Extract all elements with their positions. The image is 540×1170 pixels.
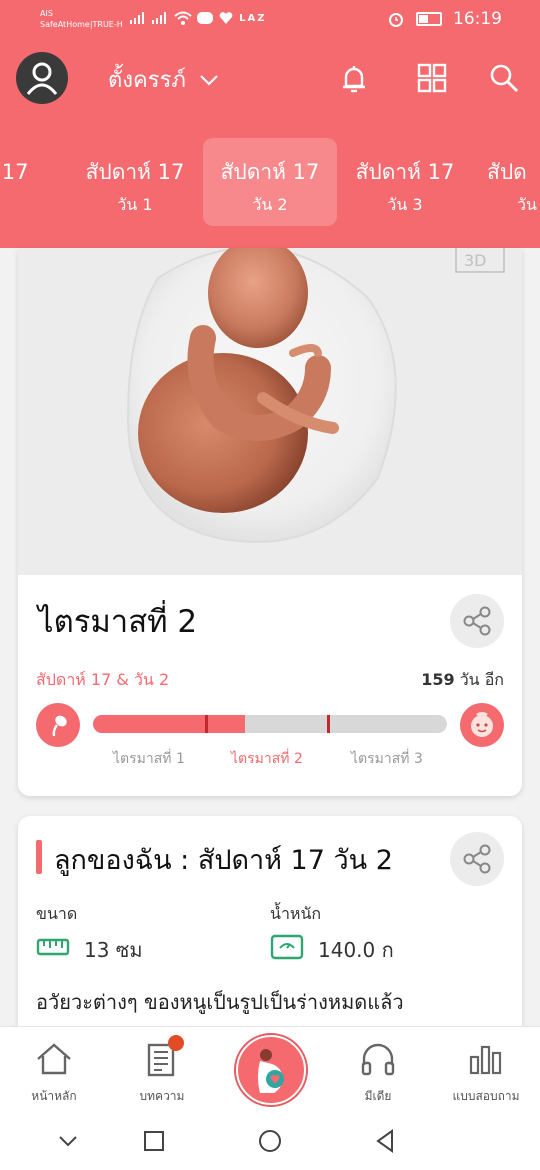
trimester-divider — [327, 715, 330, 733]
week-tab-day: วัน 3 — [387, 195, 423, 214]
status-icons: LAZ — [130, 10, 267, 25]
size-value: 13 ซม — [84, 938, 143, 962]
trimester-title: ไตรมาสที่ 2 — [38, 604, 198, 640]
week-tab-label: สัปดาห์ 17 — [220, 160, 320, 184]
days-remaining-label: วัน อีก — [459, 670, 504, 689]
alarm-icon — [389, 13, 404, 27]
nav-home[interactable]: หน้าหลัก — [0, 1027, 108, 1111]
sperm-icon — [36, 703, 80, 747]
trimester-divider — [205, 715, 208, 733]
notification-badge — [168, 1035, 184, 1051]
week-tab-day: วัน — [517, 195, 537, 214]
share-icon — [463, 606, 491, 636]
week-day-indicator: สัปดาห์ 17 & วัน 2 — [36, 670, 170, 689]
week-tab-selected[interactable]: สัปดาห์ 17 วัน 2 — [203, 138, 337, 226]
status-right: 16:19 — [388, 9, 502, 29]
home-icon — [37, 1043, 71, 1075]
signal-icon — [130, 11, 144, 24]
poll-icon — [469, 1045, 502, 1075]
app-switcher[interactable]: ตั้งครรภ์ — [108, 62, 219, 97]
baby-icon — [460, 703, 504, 747]
status-bar: AIS SafeAtHome|TRUE-H LAZ 16:19 — [0, 0, 540, 40]
nav-label: มีเดีย — [364, 1089, 392, 1103]
bottom-navigation: หน้าหลัก บทความ มีเดีย แบบสอบถาม — [0, 1026, 540, 1111]
trimester-card: 3D ไตรมาสที่ 2 สัปดาห์ 17 & วัน 2 159 วั… — [18, 248, 522, 796]
week-tab[interactable]: สัปดาห์ 17 วัน 1 — [68, 138, 202, 226]
share-button[interactable] — [450, 832, 504, 886]
week-tab[interactable]: าห์ 17 — [0, 138, 66, 226]
line-icon — [197, 11, 214, 24]
week-selector[interactable]: าห์ 17 สัปดาห์ 17 วัน 1 สัปดาห์ 17 วัน 2… — [0, 116, 540, 248]
nav-label: หน้าหลัก — [31, 1089, 77, 1103]
week-tab[interactable]: สัปดาห์ 17 วัน 3 — [338, 138, 472, 226]
days-remaining: 159 วัน อีก — [421, 668, 504, 693]
baby-description: อวัยวะต่างๆ ของหนูเป็นรูปเป็นร่างหมดแล้ว — [36, 990, 404, 1014]
carrier-name: AIS — [40, 9, 53, 18]
battery-icon — [415, 12, 442, 26]
trimester-label-current: ไตรมาสที่ 2 — [231, 751, 303, 767]
progress-track — [93, 715, 447, 733]
scale-icon — [270, 934, 304, 960]
baby-card-title: ลูกของฉัน : สัปดาห์ 17 วัน 2 — [54, 845, 393, 876]
week-tab-label: าห์ 17 — [0, 160, 29, 184]
title-accent — [36, 840, 42, 874]
grid-icon[interactable] — [414, 60, 450, 96]
trimester-label: ไตรมาสที่ 3 — [351, 751, 423, 767]
carrier-info: AIS SafeAtHome|TRUE-H — [40, 8, 123, 30]
nav-articles[interactable]: บทความ — [108, 1027, 216, 1111]
recents-icon[interactable] — [141, 1128, 167, 1154]
system-navigation — [0, 1110, 540, 1170]
back-icon[interactable] — [372, 1128, 398, 1154]
pregnant-icon — [258, 1049, 284, 1093]
week-tab-label: สัปดาห์ 17 — [355, 160, 455, 184]
share-button[interactable] — [450, 594, 504, 648]
3d-badge: 3D — [455, 248, 505, 273]
week-tab-day: วัน 1 — [117, 195, 153, 214]
share-icon — [463, 844, 491, 874]
nav-label: แบบสอบถาม — [452, 1089, 520, 1103]
clock: 16:19 — [453, 9, 502, 29]
signal-icon — [151, 11, 166, 24]
trimester-label: ไตรมาสที่ 1 — [113, 751, 185, 767]
search-icon[interactable] — [486, 60, 522, 96]
fetus-3d-image[interactable]: 3D — [18, 248, 522, 575]
weight-value: 140.0 ก — [318, 938, 394, 962]
laz-icon: LAZ — [239, 13, 267, 24]
wifi-icon — [173, 11, 192, 25]
app-title: ตั้งครรภ์ — [108, 68, 186, 93]
chevron-down-icon — [200, 75, 218, 86]
heart-icon — [219, 11, 233, 24]
3d-badge-text: 3D — [464, 251, 487, 270]
nav-media[interactable]: มีเดีย — [324, 1027, 432, 1111]
home-circle-icon[interactable] — [257, 1128, 283, 1154]
nav-label: บทความ — [139, 1089, 185, 1103]
ruler-icon — [36, 938, 70, 956]
pregnancy-progress — [36, 703, 504, 749]
days-remaining-count: 159 — [421, 670, 455, 689]
nav-poll[interactable]: แบบสอบถาม — [432, 1027, 540, 1111]
bell-icon[interactable] — [336, 60, 372, 96]
weight-label: น้ำหนัก — [270, 904, 322, 923]
week-tab-label: สัปด — [487, 160, 527, 184]
headphones-icon — [361, 1043, 395, 1076]
nav-pregnancy[interactable] — [236, 1035, 306, 1105]
week-tab-label: สัปดาห์ 17 — [85, 160, 185, 184]
carrier-sub: SafeAtHome|TRUE-H — [40, 20, 123, 29]
progress-fill — [93, 715, 246, 733]
week-tab[interactable]: สัปด วัน — [473, 138, 540, 226]
avatar-icon[interactable] — [16, 52, 68, 104]
app-header: ตั้งครรภ์ — [0, 40, 540, 116]
chevron-down-icon[interactable] — [55, 1128, 81, 1154]
size-label: ขนาด — [36, 904, 78, 923]
week-tab-day: วัน 2 — [252, 195, 288, 214]
